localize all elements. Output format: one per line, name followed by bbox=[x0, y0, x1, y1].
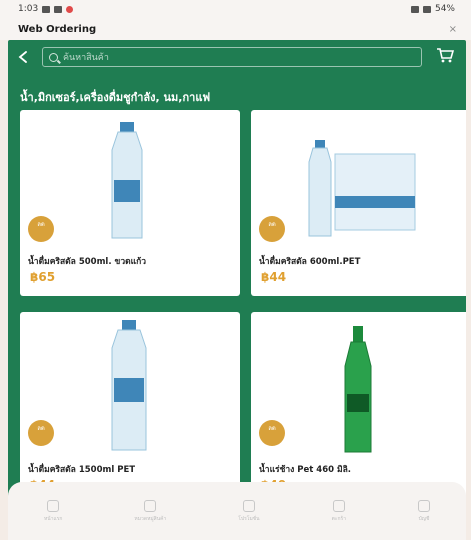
account-icon bbox=[418, 499, 430, 512]
nav-item-home[interactable]: หน้าแรก bbox=[43, 499, 63, 523]
promo-badge: ลด bbox=[259, 216, 285, 242]
product-card[interactable]: ลด น้ำดื่มคริสตัล 500ml. ขวดแก้ว ฿65 bbox=[20, 110, 240, 296]
category-icon bbox=[144, 499, 157, 512]
nav-item-account[interactable]: บัญชี bbox=[418, 499, 430, 523]
window-title-bar: Web Ordering × bbox=[0, 18, 471, 40]
status-right: 54% bbox=[410, 4, 455, 14]
status-left: 1:03 bbox=[18, 4, 74, 14]
notification-icon bbox=[54, 5, 63, 13]
signal-icon bbox=[422, 5, 431, 13]
promo-badge: ลด bbox=[259, 420, 285, 446]
notification-icon bbox=[42, 5, 51, 13]
wifi-icon bbox=[410, 5, 419, 13]
nav-label: หมวดหมู่สินค้า bbox=[134, 515, 167, 522]
nav-item-promo[interactable]: โปรโมชั่น bbox=[238, 499, 260, 523]
promo-badge: ลด bbox=[28, 420, 54, 446]
nav-label: ตะกร้า bbox=[331, 515, 347, 522]
product-price: ฿44 bbox=[261, 270, 287, 284]
search-placeholder: ค้นหาสินค้า bbox=[63, 53, 109, 63]
window-title: Web Ordering bbox=[18, 23, 97, 35]
product-card[interactable]: ลด น้ำดื่มคริสตัล 1500ml PET ฿44 bbox=[20, 312, 240, 502]
nav-item-cart[interactable]: ตะกร้า bbox=[331, 499, 347, 523]
status-bar: 1:03 54% bbox=[0, 0, 471, 18]
promo-icon bbox=[242, 499, 255, 512]
top-bar: ค้นหาสินค้า bbox=[8, 40, 466, 74]
app-content: ค้นหาสินค้า น้ำ,มิกเซอร์,เครื่องดื่มชูกำ… bbox=[8, 40, 466, 540]
window-close-button[interactable]: × bbox=[449, 24, 457, 35]
bottom-navigation: หน้าแรก หมวดหมู่สินค้า โปรโมชั่น ตะกร้า … bbox=[8, 482, 466, 540]
product-card[interactable]: ลด น้ำดื่มคริสตัล 600ml.PET ฿44 bbox=[251, 110, 466, 296]
category-title: น้ำ,มิกเซอร์,เครื่องดื่มชูกำลัง, นม,กาแฟ bbox=[20, 91, 211, 104]
nav-label: หน้าแรก bbox=[43, 515, 63, 522]
status-time: 1:03 bbox=[18, 4, 39, 14]
product-name: น้ำแร่ช้าง Pet 460 มิลิ. bbox=[259, 465, 352, 475]
back-button[interactable] bbox=[18, 48, 36, 67]
product-price: ฿65 bbox=[30, 270, 56, 284]
nav-label: บัญชี bbox=[418, 515, 430, 522]
promo-badge: ลด bbox=[28, 216, 54, 242]
back-arrow-icon bbox=[18, 50, 27, 63]
product-name: น้ำดื่มคริสตัล 500ml. ขวดแก้ว bbox=[28, 257, 147, 267]
search-input[interactable]: ค้นหาสินค้า bbox=[42, 47, 422, 67]
search-icon bbox=[49, 52, 58, 62]
home-icon bbox=[47, 499, 60, 512]
nav-item-category[interactable]: หมวดหมู่สินค้า bbox=[134, 499, 167, 523]
product-name: น้ำดื่มคริสตัล 600ml.PET bbox=[259, 257, 361, 267]
product-card[interactable]: ลด น้ำแร่ช้าง Pet 460 มิลิ. ฿40 bbox=[251, 312, 466, 502]
cart-button[interactable] bbox=[436, 47, 455, 68]
notification-dot-icon bbox=[66, 5, 74, 13]
cart-icon bbox=[332, 499, 345, 512]
nav-label: โปรโมชั่น bbox=[238, 515, 260, 522]
battery-text: 54% bbox=[434, 4, 455, 14]
product-name: น้ำดื่มคริสตัล 1500ml PET bbox=[28, 465, 136, 475]
cart-icon bbox=[437, 47, 455, 62]
